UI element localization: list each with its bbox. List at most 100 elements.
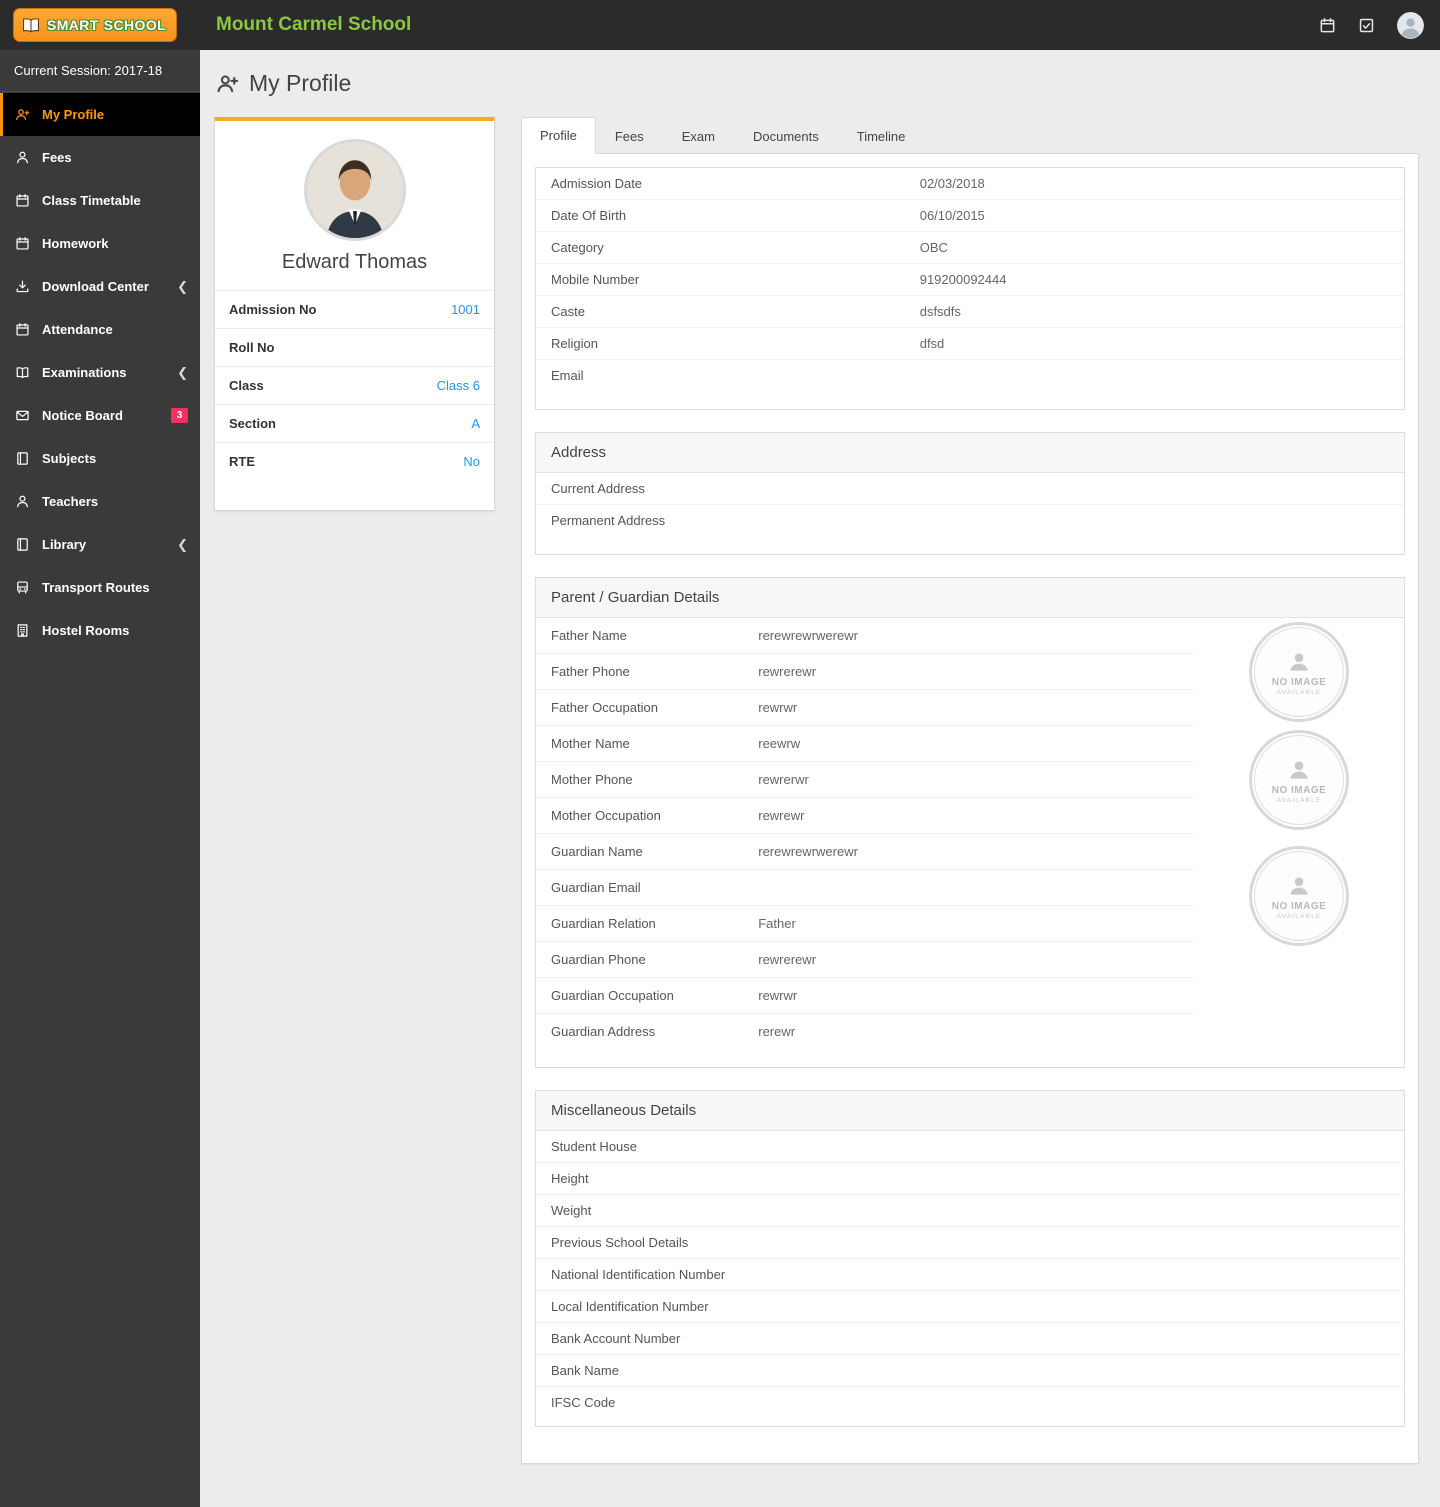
- main-content: My Profile Edward Thomas Admission No 10…: [200, 50, 1440, 1507]
- sidebar-item-attendance[interactable]: Attendance: [0, 308, 200, 351]
- field-value: 1001: [451, 302, 480, 317]
- misc-details-box: Miscellaneous Details Student House Heig…: [535, 1090, 1405, 1427]
- calendar-icon: [16, 194, 29, 207]
- field-row-email: Email: [536, 360, 1404, 391]
- sidebar-item-transport-routes[interactable]: Transport Routes: [0, 566, 200, 609]
- tab-timeline[interactable]: Timeline: [838, 118, 925, 154]
- field-label: Guardian Relation: [551, 916, 656, 931]
- field-label: Guardian Name: [551, 844, 643, 859]
- guardian-details-box: Parent / Guardian Details Father Name re…: [535, 577, 1405, 1068]
- sidebar-item-label: Examinations: [42, 365, 127, 380]
- sidebar-item-label: Subjects: [42, 451, 97, 466]
- field-value: rewrwr: [758, 700, 798, 715]
- field-row-local-id: Local Identification Number: [536, 1291, 1404, 1323]
- address-section-title: Address: [536, 433, 1404, 473]
- sidebar-item-download-center[interactable]: Download Center ❮: [0, 265, 200, 308]
- field-value: rerewrewrwerewr: [758, 844, 858, 859]
- field-row-student-house: Student House: [536, 1131, 1404, 1163]
- tab-fees[interactable]: Fees: [596, 118, 663, 154]
- field-row-father-occupation: Father Occupation rewrwr: [536, 690, 1194, 726]
- no-image-text: AVAILABLE: [1276, 912, 1322, 920]
- field-label: Section: [229, 416, 276, 431]
- sidebar-item-examinations[interactable]: Examinations ❮: [0, 351, 200, 394]
- no-image-text: NO IMAGE: [1271, 676, 1327, 688]
- task-check-icon[interactable]: [1358, 17, 1375, 34]
- no-image-text: AVAILABLE: [1276, 688, 1322, 696]
- tab-documents[interactable]: Documents: [734, 118, 838, 154]
- guardian-section-title: Parent / Guardian Details: [536, 578, 1404, 618]
- tab-exam[interactable]: Exam: [663, 118, 734, 154]
- field-label: Father Occupation: [551, 700, 658, 715]
- field-label: Father Name: [551, 628, 627, 643]
- detail-panel: Profile Fees Exam Documents Timeline Adm…: [521, 117, 1419, 1464]
- profile-tab-content: Admission Date 02/03/2018 Date Of Birth …: [521, 154, 1419, 1464]
- field-row-current-address: Current Address: [536, 473, 1404, 505]
- tab-profile[interactable]: Profile: [521, 117, 596, 154]
- sidebar-item-label: Teachers: [42, 494, 99, 509]
- sidebar-item-fees[interactable]: Fees: [0, 136, 200, 179]
- calendar-icon: [16, 323, 29, 336]
- field-value: 02/03/2018: [919, 176, 985, 191]
- sidebar-item-notice-board[interactable]: Notice Board 3: [0, 394, 200, 437]
- field-value: A: [471, 416, 480, 431]
- father-group: Father Name rerewrewrwerewr Father Phone…: [536, 618, 1404, 726]
- field-label: Admission Date: [551, 176, 643, 191]
- mother-no-image-placeholder: NO IMAGE AVAILABLE: [1249, 730, 1349, 830]
- field-label: IFSC Code: [551, 1395, 616, 1410]
- sidebar-item-label: Hostel Rooms: [42, 623, 130, 638]
- sidebar: Current Session: 2017-18 My Profile Fees…: [0, 50, 200, 1507]
- field-label: Weight: [551, 1203, 592, 1218]
- bus-icon: [17, 581, 28, 594]
- sidebar-item-label: Homework: [42, 236, 109, 251]
- sidebar-item-subjects[interactable]: Subjects: [0, 437, 200, 480]
- student-field-rte: RTE No: [215, 442, 494, 480]
- calendar-icon[interactable]: [1319, 17, 1336, 34]
- field-label: Previous School Details: [551, 1235, 689, 1250]
- field-row-guardian-name: Guardian Name rerewrewrwerewr: [536, 834, 1194, 870]
- field-row-permanent-address: Permanent Address: [536, 505, 1404, 536]
- field-row-guardian-occupation: Guardian Occupation rewrwr: [536, 978, 1194, 1014]
- field-value: Father: [758, 916, 796, 931]
- field-label: Guardian Email: [551, 880, 641, 895]
- sidebar-item-class-timetable[interactable]: Class Timetable: [0, 179, 200, 222]
- student-summary-card: Edward Thomas Admission No 1001 Roll No …: [214, 117, 495, 511]
- person-icon: [1290, 760, 1308, 779]
- basic-details-box: Admission Date 02/03/2018 Date Of Birth …: [535, 167, 1405, 410]
- logo-text-smart: SMART: [47, 17, 99, 33]
- field-value: rerewr: [758, 1024, 796, 1039]
- notice-count-badge: 3: [171, 408, 188, 423]
- sidebar-item-label: My Profile: [42, 107, 105, 122]
- building-icon: [17, 624, 28, 637]
- user-plus-icon: [217, 75, 239, 93]
- field-label: Religion: [551, 336, 598, 351]
- field-label: Email: [551, 368, 584, 383]
- no-image-text: NO IMAGE: [1271, 784, 1327, 796]
- top-header: SMART SCHOOL Mount Carmel School: [0, 0, 1440, 50]
- address-box: Address Current Address Permanent Addres…: [535, 432, 1405, 555]
- field-value: rewrewr: [758, 808, 805, 823]
- calendar-icon: [16, 237, 29, 250]
- student-field-admission-no: Admission No 1001: [215, 290, 494, 328]
- field-row-weight: Weight: [536, 1195, 1404, 1227]
- sidebar-item-my-profile[interactable]: My Profile: [0, 93, 200, 136]
- smart-school-logo[interactable]: SMART SCHOOL: [13, 8, 178, 42]
- chevron-left-icon: ❮: [177, 278, 188, 294]
- field-row-bank-account: Bank Account Number: [536, 1323, 1404, 1355]
- guardian-group: Guardian Name rerewrewrwerewr Guardian E…: [536, 834, 1404, 1049]
- open-book-icon: [16, 367, 29, 378]
- logo-text-school: SCHOOL: [103, 17, 167, 33]
- sidebar-item-library[interactable]: Library ❮: [0, 523, 200, 566]
- sidebar-item-hostel-rooms[interactable]: Hostel Rooms: [0, 609, 200, 652]
- guardian-no-image-placeholder: NO IMAGE AVAILABLE: [1249, 846, 1349, 946]
- field-row-mother-phone: Mother Phone rewrerwr: [536, 762, 1194, 798]
- field-label: Caste: [551, 304, 585, 319]
- envelope-icon: [16, 410, 29, 421]
- field-value: rewrwr: [758, 988, 798, 1003]
- field-row-height: Height: [536, 1163, 1404, 1195]
- field-label: Mother Name: [551, 736, 630, 751]
- sidebar-item-teachers[interactable]: Teachers: [0, 480, 200, 523]
- field-label: Bank Account Number: [551, 1331, 681, 1346]
- user-avatar-icon[interactable]: [1397, 11, 1424, 39]
- sidebar-item-homework[interactable]: Homework: [0, 222, 200, 265]
- field-label: Class: [229, 378, 264, 393]
